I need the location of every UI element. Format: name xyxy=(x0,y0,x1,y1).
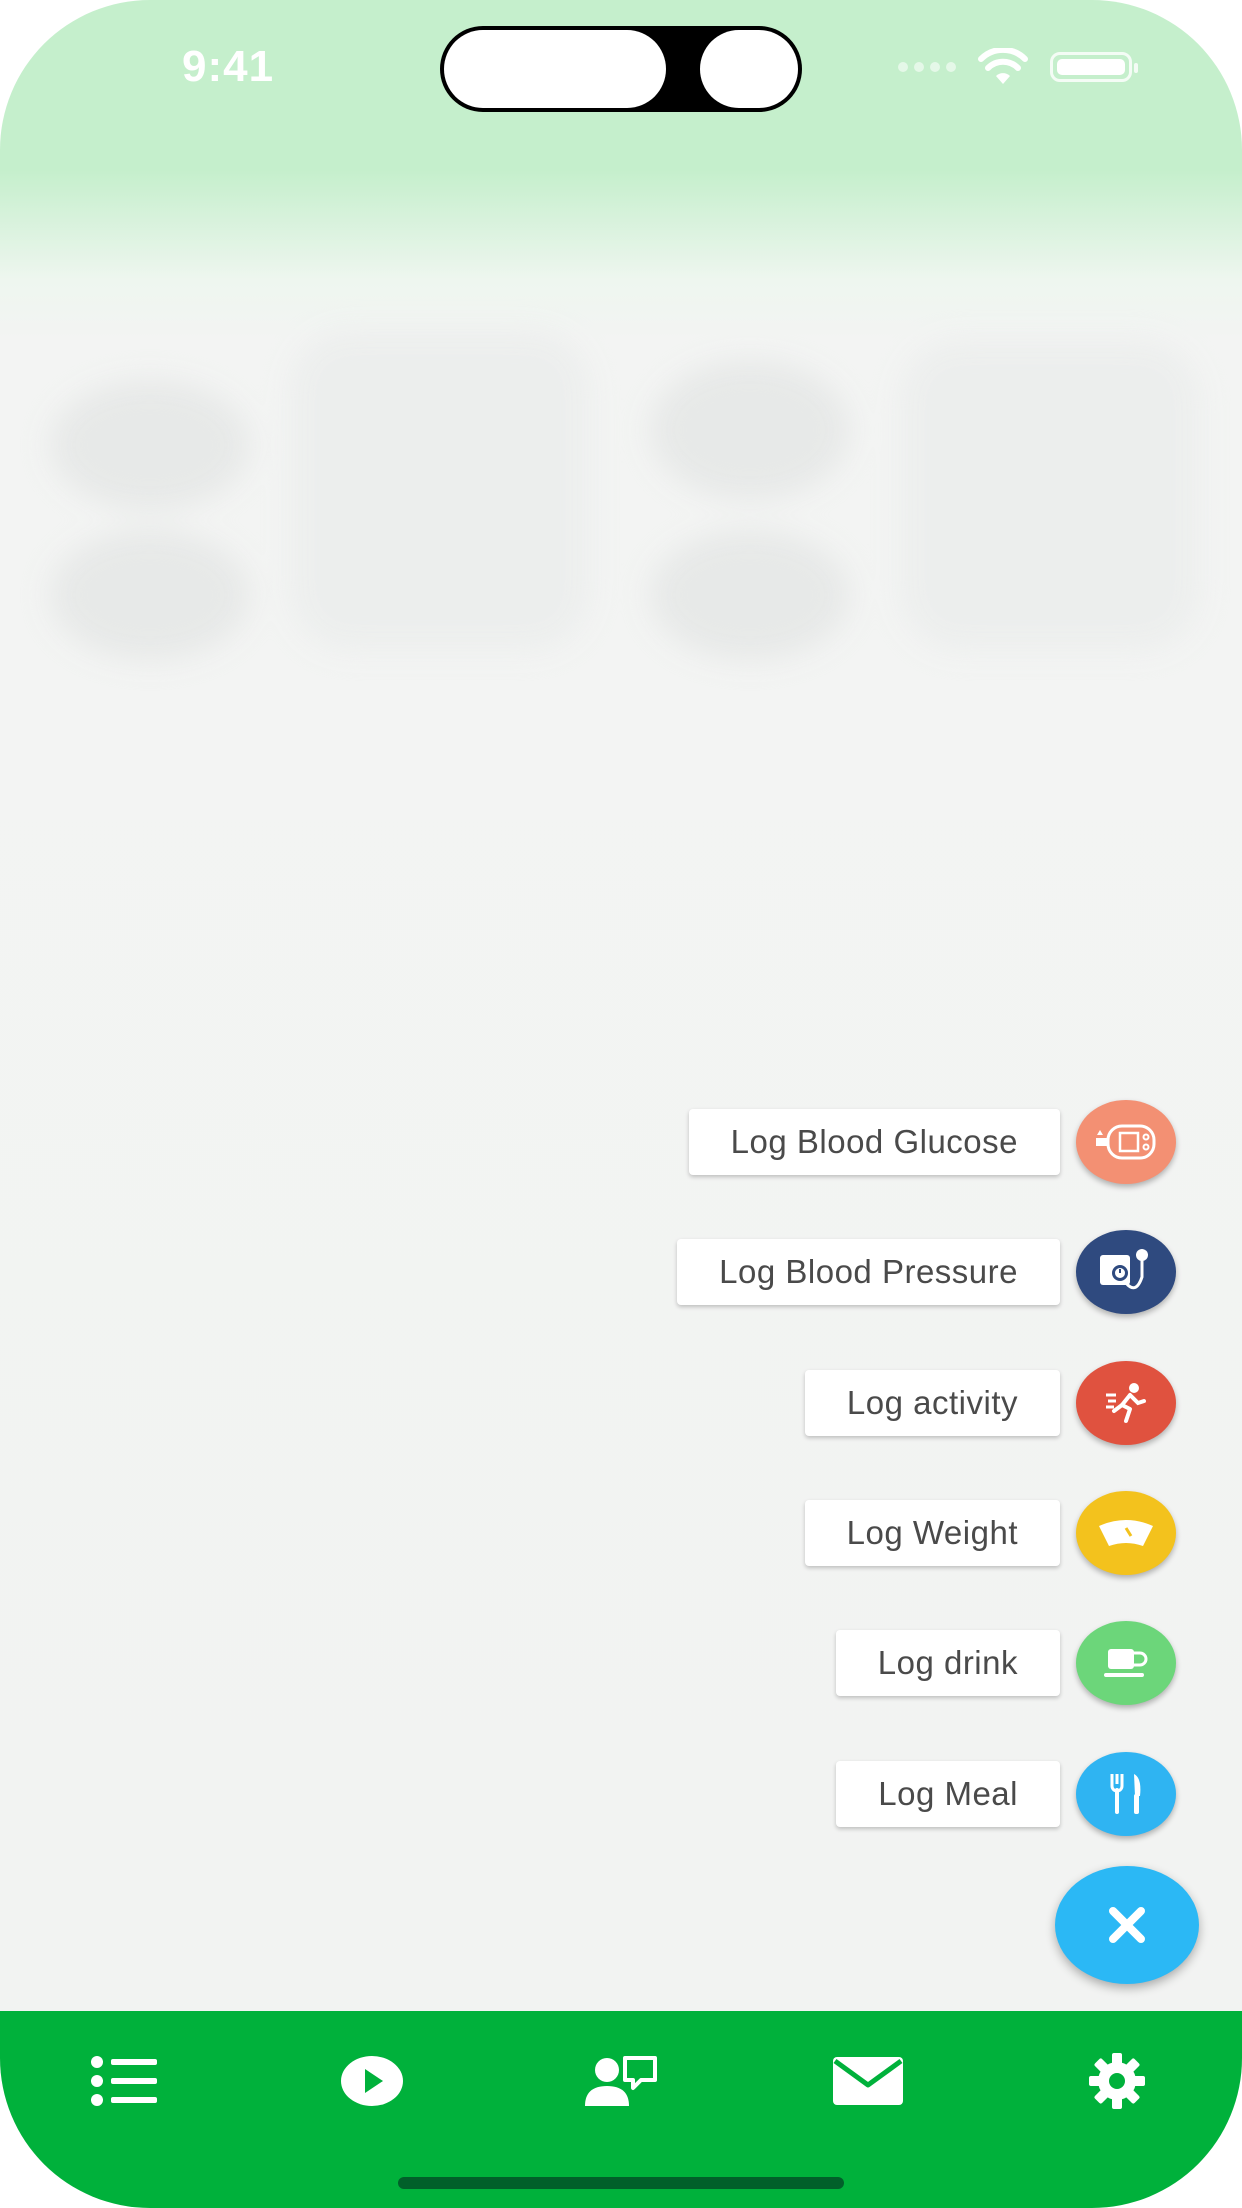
contact-chat-icon xyxy=(585,2056,657,2106)
nav-list-button[interactable] xyxy=(80,2041,170,2121)
nav-play-button[interactable] xyxy=(327,2041,417,2121)
bottom-nav-bar xyxy=(0,2011,1242,2208)
fab-label[interactable]: Log Meal xyxy=(836,1761,1060,1827)
running-person-icon[interactable] xyxy=(1076,1361,1176,1445)
fork-knife-icon[interactable] xyxy=(1076,1752,1176,1836)
gear-icon xyxy=(1089,2053,1145,2109)
blood-pressure-cuff-icon[interactable] xyxy=(1076,1230,1176,1314)
glucose-meter-icon[interactable] xyxy=(1076,1100,1176,1184)
fab-label[interactable]: Log Blood Pressure xyxy=(677,1239,1060,1305)
fab-item-log-blood-glucose[interactable]: Log Blood Glucose xyxy=(688,1097,1176,1187)
fab-label[interactable]: Log drink xyxy=(835,1630,1060,1696)
fab-label[interactable]: Log Blood Glucose xyxy=(688,1109,1060,1175)
list-icon xyxy=(91,2056,157,2106)
status-time: 9:41 xyxy=(182,42,275,91)
play-icon xyxy=(341,2056,403,2106)
dynamic-island xyxy=(440,26,802,112)
fab-item-log-weight[interactable]: Log Weight xyxy=(804,1488,1176,1578)
fab-item-log-activity[interactable]: Log activity xyxy=(804,1358,1176,1448)
close-fab-button[interactable] xyxy=(1055,1866,1199,1984)
home-indicator xyxy=(398,2177,844,2189)
mail-icon xyxy=(833,2057,903,2105)
fab-label[interactable]: Log Weight xyxy=(804,1500,1060,1566)
fab-item-log-drink[interactable]: Log drink xyxy=(835,1618,1176,1708)
nav-mail-button[interactable] xyxy=(823,2041,913,2121)
status-indicators xyxy=(898,48,1138,86)
battery-icon xyxy=(1050,52,1138,82)
fab-label[interactable]: Log activity xyxy=(804,1370,1060,1436)
nav-settings-button[interactable] xyxy=(1072,2041,1162,2121)
blurred-dashboard-background xyxy=(30,300,1210,700)
app-screen: 9:41 Log Blood Glucose Log Blood Pressur… xyxy=(0,0,1242,2208)
coffee-cup-icon[interactable] xyxy=(1076,1621,1176,1705)
close-icon xyxy=(1109,1907,1145,1943)
scale-icon[interactable] xyxy=(1076,1491,1176,1575)
fab-item-log-meal[interactable]: Log Meal xyxy=(836,1749,1176,1839)
wifi-icon xyxy=(978,48,1028,84)
fab-item-log-blood-pressure[interactable]: Log Blood Pressure xyxy=(677,1227,1176,1317)
nav-contact-button[interactable] xyxy=(576,2041,666,2121)
cellular-signal-icon xyxy=(898,62,956,72)
